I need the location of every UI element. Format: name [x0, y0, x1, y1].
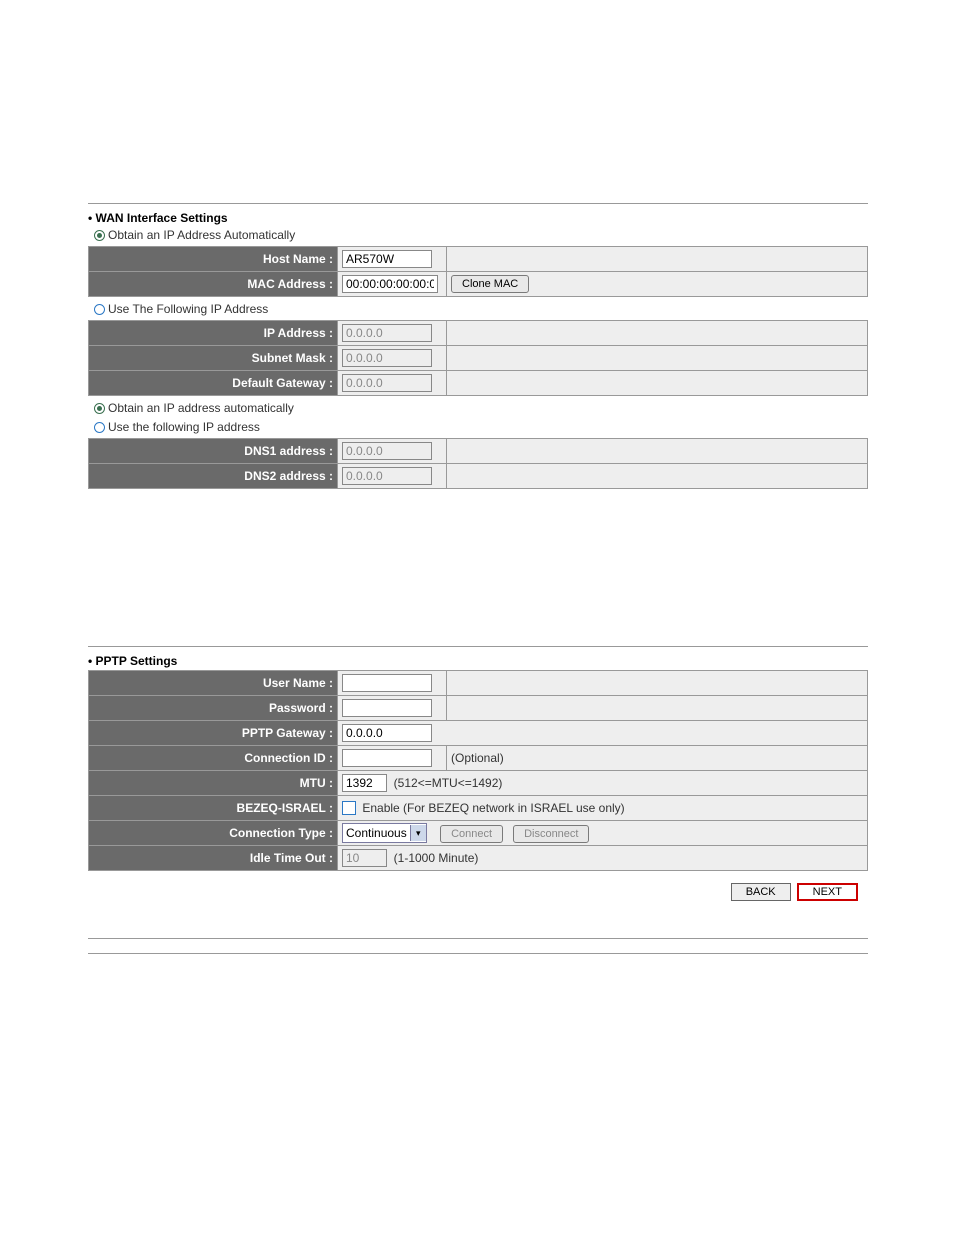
pptp-gateway-cell	[338, 721, 868, 746]
gateway-label: Default Gateway :	[89, 371, 338, 396]
mac-input[interactable]	[342, 275, 438, 293]
username-spare	[447, 671, 868, 696]
idle-note: (1-1000 Minute)	[394, 851, 479, 865]
conntype-select[interactable]: Continuous ▾	[342, 823, 427, 843]
conntype-label: Connection Type :	[89, 821, 338, 846]
mac-label: MAC Address :	[89, 272, 338, 297]
connid-label: Connection ID :	[89, 746, 338, 771]
bezeq-note: Enable (For BEZEQ network in ISRAEL use …	[362, 801, 624, 815]
bottom-buttons: BACK NEXT	[88, 875, 868, 905]
disconnect-button[interactable]: Disconnect	[513, 825, 589, 843]
ip-label: IP Address :	[89, 321, 338, 346]
bezeq-cell: Enable (For BEZEQ network in ISRAEL use …	[338, 796, 868, 821]
next-button[interactable]: NEXT	[797, 883, 858, 901]
dns1-spare	[447, 439, 868, 464]
connid-note-cell: (Optional)	[447, 746, 868, 771]
wan-auto-table: Host Name : MAC Address : Clone MAC	[88, 246, 868, 297]
dns-radio-auto[interactable]: Obtain an IP address automatically	[88, 400, 868, 419]
password-spare	[447, 696, 868, 721]
connid-input[interactable]	[342, 749, 432, 767]
password-cell	[338, 696, 447, 721]
username-cell	[338, 671, 447, 696]
pptp-gateway-input[interactable]	[342, 724, 432, 742]
gateway-cell	[338, 371, 447, 396]
wan-section-title: WAN Interface Settings	[88, 207, 868, 227]
mtu-cell: (512<=MTU<=1492)	[338, 771, 868, 796]
idle-input	[342, 849, 387, 867]
idle-cell: (1-1000 Minute)	[338, 846, 868, 871]
radio-selected-icon	[94, 230, 105, 241]
radio-unselected-icon	[94, 422, 105, 433]
conntype-value: Continuous	[346, 826, 407, 840]
ip-cell	[338, 321, 447, 346]
pptp-gateway-label: PPTP Gateway :	[89, 721, 338, 746]
dns-table: DNS1 address : DNS2 address :	[88, 438, 868, 489]
dns-radio-static-label: Use the following IP address	[108, 420, 260, 434]
mac-cell	[338, 272, 447, 297]
ip-spare	[447, 321, 868, 346]
radio-selected-icon	[94, 403, 105, 414]
connect-button[interactable]: Connect	[440, 825, 503, 843]
password-input[interactable]	[342, 699, 432, 717]
host-name-label: Host Name :	[89, 247, 338, 272]
dns2-spare	[447, 464, 868, 489]
wan-static-table: IP Address : Subnet Mask : Default Gatew…	[88, 320, 868, 396]
clone-mac-cell: Clone MAC	[447, 272, 868, 297]
dns2-input	[342, 467, 432, 485]
conntype-cell: Continuous ▾ Connect Disconnect	[338, 821, 868, 846]
pptp-section-title: PPTP Settings	[88, 650, 868, 670]
wan-radio-auto[interactable]: Obtain an IP Address Automatically	[88, 227, 868, 246]
dns2-cell	[338, 464, 447, 489]
clone-mac-button[interactable]: Clone MAC	[451, 275, 529, 293]
password-label: Password :	[89, 696, 338, 721]
radio-unselected-icon	[94, 304, 105, 315]
gateway-input	[342, 374, 432, 392]
ip-input	[342, 324, 432, 342]
dns1-cell	[338, 439, 447, 464]
username-input[interactable]	[342, 674, 432, 692]
dns1-input	[342, 442, 432, 460]
dns1-label: DNS1 address :	[89, 439, 338, 464]
subnet-label: Subnet Mask :	[89, 346, 338, 371]
host-name-cell	[338, 247, 447, 272]
pptp-table: User Name : Password : PPTP Gateway : Co…	[88, 670, 868, 871]
gateway-spare	[447, 371, 868, 396]
mtu-label: MTU :	[89, 771, 338, 796]
host-name-spare	[447, 247, 868, 272]
host-name-input[interactable]	[342, 250, 432, 268]
bezeq-label: BEZEQ-ISRAEL :	[89, 796, 338, 821]
dns-radio-auto-label: Obtain an IP address automatically	[108, 401, 294, 415]
wan-radio-static-label: Use The Following IP Address	[108, 302, 268, 316]
mtu-note: (512<=MTU<=1492)	[394, 776, 503, 790]
subnet-input	[342, 349, 432, 367]
username-label: User Name :	[89, 671, 338, 696]
bezeq-checkbox[interactable]	[342, 801, 356, 815]
mtu-input[interactable]	[342, 774, 387, 792]
idle-label: Idle Time Out :	[89, 846, 338, 871]
wan-radio-static[interactable]: Use The Following IP Address	[88, 301, 868, 320]
back-button[interactable]: BACK	[731, 883, 791, 901]
wan-radio-auto-label: Obtain an IP Address Automatically	[108, 228, 295, 242]
chevron-down-icon: ▾	[410, 825, 426, 841]
connid-note: (Optional)	[451, 751, 504, 765]
subnet-cell	[338, 346, 447, 371]
dns-radio-static[interactable]: Use the following IP address	[88, 419, 868, 438]
subnet-spare	[447, 346, 868, 371]
connid-cell	[338, 746, 447, 771]
dns2-label: DNS2 address :	[89, 464, 338, 489]
